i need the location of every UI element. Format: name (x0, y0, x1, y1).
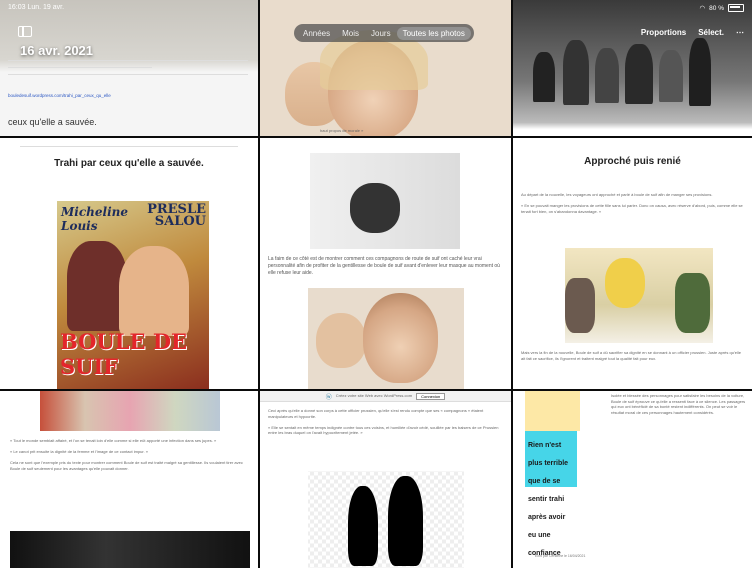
article-title: Trahi par ceux qu'elle a sauvée. (54, 158, 204, 169)
toolbar-actions: Proportions Sélect. ⋯ (641, 28, 744, 37)
article-text-lines (8, 60, 248, 81)
wordpress-banner-text: Créez votre site Web avec WordPress.com (335, 393, 413, 399)
article-paragraph: Mais vers la fin de la nouvelle, Boule d… (521, 350, 741, 361)
photo-caption: haut propos de morale » (320, 128, 364, 133)
poster-actor-surname: PRESLE SALOU (147, 202, 206, 229)
article-paragraph: La faim de ce côté est de montrer commen… (268, 256, 500, 276)
photo-thumbnail[interactable]: bouledesuif.wordpress.com/trahi_par_ceux… (0, 0, 258, 136)
status-time: 16:03 Lun. 19 avr. (8, 4, 65, 11)
poster-actor-name: Micheline Louis (61, 205, 128, 233)
status-indicators: ◠ 80 % (699, 4, 744, 12)
more-icon[interactable]: ⋯ (736, 28, 744, 37)
battery-percent: 80 % (709, 4, 724, 12)
figure-silhouettes (533, 30, 713, 110)
dark-photo (10, 531, 250, 568)
photo-thumbnail[interactable]: ⓦ Créez votre site Web avec WordPress.co… (260, 391, 511, 568)
sidebar-toggle-icon[interactable] (18, 26, 32, 37)
wordpress-icon: ⓦ (325, 394, 332, 401)
article-link: bouledesuif.wordpress.com/trahi_par_ceux… (8, 93, 111, 98)
aspect-ratio-button[interactable]: Proportions (641, 28, 686, 37)
photo-thumbnail[interactable]: haut propos de morale » (260, 0, 511, 136)
segment-years[interactable]: Années (297, 27, 336, 40)
women-group-image (40, 391, 220, 431)
dinner-table-image (565, 248, 713, 343)
photo-thumbnail[interactable] (513, 0, 752, 136)
photo-thumbnail[interactable]: La faim de ce côté est de montrer commen… (260, 138, 511, 389)
sad-person-image (310, 153, 460, 249)
article-text: « Tout le monde semblait affairé, et l'o… (10, 438, 243, 471)
article-text: ceux qu'elle a sauvée. (8, 117, 97, 127)
photo-thumbnail[interactable]: Trahi par ceux qu'elle a sauvée. Micheli… (0, 138, 258, 389)
poster-title: BOULE DE SUIF (60, 329, 188, 379)
select-button[interactable]: Sélect. (698, 28, 724, 37)
post-caption: Écrit par Cendrine le 16/04/2021 (535, 554, 586, 558)
article-text: Ceci après qu'elle a donné son corps à c… (268, 408, 499, 436)
view-segmented-control: Années Mois Jours Toutes les photos (294, 24, 474, 42)
article-column: Isolée et blessée des personnages pour s… (611, 393, 746, 415)
photo-thumbnail[interactable]: Rien n'est plus terrible que de se senti… (513, 391, 752, 568)
quote-poster: Rien n'est plus terrible que de se senti… (525, 431, 577, 557)
photo-grid: bouledesuif.wordpress.com/trahi_par_ceux… (0, 0, 752, 568)
connect-button[interactable]: Connexion (416, 392, 446, 400)
page-title: 16 avr. 2021 (20, 43, 94, 58)
segment-months[interactable]: Mois (336, 27, 365, 40)
poster-man-figure (67, 241, 127, 331)
segment-all-photos[interactable]: Toutes les photos (396, 26, 471, 40)
wordpress-banner: ⓦ Créez votre site Web avec WordPress.co… (260, 391, 511, 402)
movie-poster: Micheline Louis PRESLE SALOU BOULE DE SUIF (57, 201, 209, 389)
article-text: Au départ de la nouvelle, les voyageurs … (521, 192, 743, 214)
silhouette-image (308, 471, 464, 568)
mask-image (308, 288, 464, 389)
photo-thumbnail[interactable]: Approché puis renié Au départ de la nouv… (513, 138, 752, 389)
battery-icon (728, 4, 744, 12)
photo-thumbnail[interactable]: « Tout le monde semblait affairé, et l'o… (0, 391, 258, 568)
wifi-icon: ◠ (699, 5, 706, 12)
article-title: Approché puis renié (584, 156, 681, 167)
cartoon-image (525, 391, 580, 431)
poster-woman-figure (119, 246, 189, 336)
segment-days[interactable]: Jours (365, 27, 397, 40)
